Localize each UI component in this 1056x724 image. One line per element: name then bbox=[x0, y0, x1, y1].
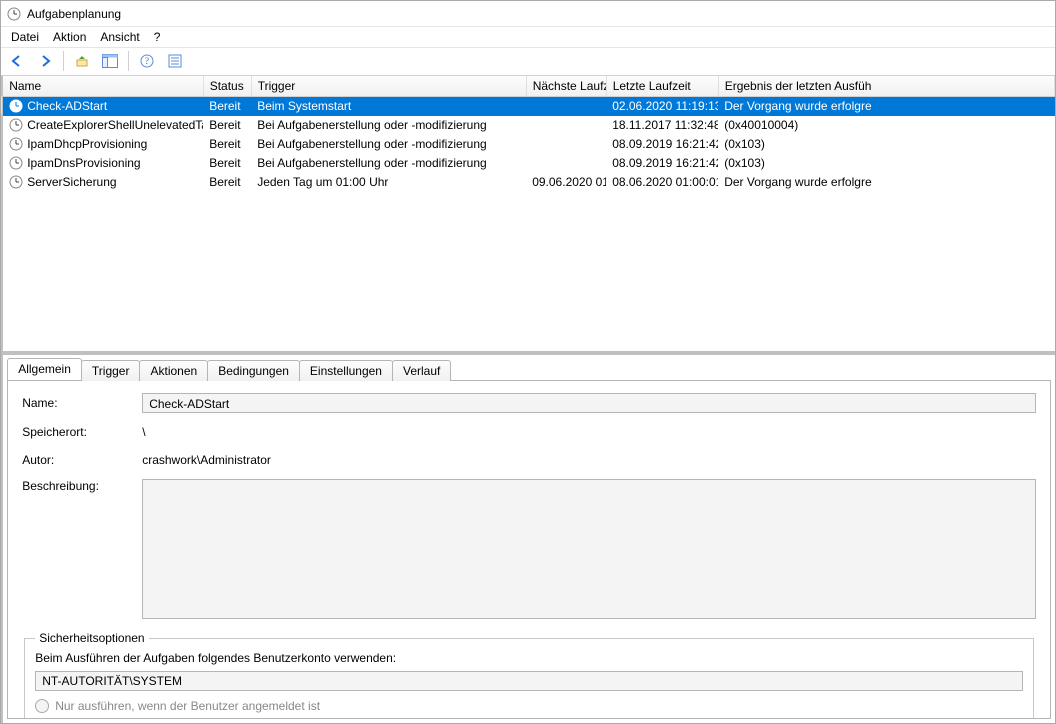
cell-last_result: (0x103) bbox=[718, 135, 1054, 154]
field-author: crashwork\Administrator bbox=[142, 451, 1036, 469]
task-icon bbox=[9, 175, 23, 189]
help-button[interactable]: ? bbox=[135, 49, 159, 73]
security-options: Sicherheitsoptionen Beim Ausführen der A… bbox=[24, 631, 1034, 719]
cell-status: Bereit bbox=[203, 116, 251, 135]
cell-last_run: 08.06.2020 01:00:01 bbox=[606, 173, 718, 192]
task-icon bbox=[9, 137, 23, 151]
task-name: Check-ADStart bbox=[27, 99, 107, 113]
table-row[interactable]: Check-ADStart BereitBeim Systemstart 02.06… bbox=[3, 97, 1054, 116]
cell-status: Bereit bbox=[203, 97, 251, 116]
radio-icon[interactable] bbox=[35, 699, 49, 713]
tab-settings[interactable]: Einstellungen bbox=[299, 360, 393, 381]
cell-last_run: 08.09.2019 16:21:42 bbox=[606, 154, 718, 173]
detail-tabs: Allgemein Trigger Aktionen Bedingungen E… bbox=[3, 358, 1055, 380]
forward-button[interactable] bbox=[33, 49, 57, 73]
details-pane: Allgemein Trigger Aktionen Bedingungen E… bbox=[3, 355, 1055, 723]
col-next-run[interactable]: Nächste Laufzeit bbox=[526, 76, 606, 97]
menubar: Datei Aktion Ansicht ? bbox=[1, 27, 1055, 47]
cell-next_run bbox=[526, 116, 606, 135]
col-last-run[interactable]: Letzte Laufzeit bbox=[606, 76, 718, 97]
field-description[interactable] bbox=[142, 479, 1036, 619]
toolbar-separator bbox=[63, 51, 64, 71]
menu-help[interactable]: ? bbox=[154, 30, 161, 44]
menu-file[interactable]: Datei bbox=[11, 30, 39, 44]
col-status[interactable]: Status bbox=[203, 76, 251, 97]
task-name: CreateExplorerShellUnelevatedTask bbox=[27, 118, 203, 132]
label-location: Speicherort: bbox=[22, 425, 142, 439]
field-location: \ bbox=[142, 423, 1036, 441]
tab-triggers[interactable]: Trigger bbox=[81, 360, 141, 381]
menu-action[interactable]: Aktion bbox=[53, 30, 86, 44]
radio-run-logged-on-label: Nur ausführen, wenn der Benutzer angemel… bbox=[55, 699, 320, 713]
table-row[interactable]: IpamDhcpProvisioning BereitBei Aufgabener… bbox=[3, 135, 1054, 154]
show-hide-console-tree-button[interactable] bbox=[98, 49, 122, 73]
tab-history[interactable]: Verlauf bbox=[392, 360, 451, 381]
table-row[interactable]: CreateExplorerShellUnelevatedTaskBereitB… bbox=[3, 116, 1054, 135]
label-author: Autor: bbox=[22, 453, 142, 467]
titlebar: Aufgabenplanung bbox=[1, 1, 1055, 27]
cell-last_run: 08.09.2019 16:21:42 bbox=[606, 135, 718, 154]
window-title: Aufgabenplanung bbox=[27, 7, 121, 21]
label-description: Beschreibung: bbox=[22, 479, 142, 493]
cell-status: Bereit bbox=[203, 173, 251, 192]
tab-conditions[interactable]: Bedingungen bbox=[207, 360, 300, 381]
task-scheduler-icon bbox=[7, 7, 21, 21]
cell-status: Bereit bbox=[203, 154, 251, 173]
back-button[interactable] bbox=[5, 49, 29, 73]
toolbar: ? bbox=[1, 48, 1055, 76]
cell-status: Bereit bbox=[203, 135, 251, 154]
tab-general[interactable]: Allgemein bbox=[7, 358, 82, 380]
cell-trigger: Beim Systemstart bbox=[251, 97, 526, 116]
label-name: Name: bbox=[22, 396, 142, 410]
security-account-label: Beim Ausführen der Aufgaben folgendes Be… bbox=[35, 651, 1023, 665]
col-last-result[interactable]: Ergebnis der letzten Ausfüh bbox=[718, 76, 1054, 97]
cell-next_run bbox=[526, 135, 606, 154]
cell-next_run bbox=[526, 154, 606, 173]
cell-name: ServerSicherung bbox=[3, 173, 203, 192]
task-name: ServerSicherung bbox=[27, 175, 116, 189]
cell-last_run: 02.06.2020 11:19:13 bbox=[606, 97, 718, 116]
field-name[interactable]: Check-ADStart bbox=[142, 393, 1036, 413]
properties-button[interactable] bbox=[163, 49, 187, 73]
security-account-field[interactable]: NT-AUTORITÄT\SYSTEM bbox=[35, 671, 1023, 691]
cell-next_run bbox=[526, 97, 606, 116]
cell-last_run: 18.11.2017 11:32:48 bbox=[606, 116, 718, 135]
task-icon bbox=[9, 118, 23, 132]
table-row[interactable]: IpamDnsProvisioning BereitBei Aufgabeners… bbox=[3, 154, 1054, 173]
task-icon bbox=[9, 99, 23, 113]
tab-actions[interactable]: Aktionen bbox=[139, 360, 208, 381]
col-trigger[interactable]: Trigger bbox=[251, 76, 526, 97]
cell-last_result: Der Vorgang wurde erfolgre bbox=[718, 97, 1054, 116]
task-list-pane[interactable]: Name Status Trigger Nächste Laufzeit Let… bbox=[3, 76, 1055, 355]
cell-trigger: Bei Aufgabenerstellung oder -modifizieru… bbox=[251, 116, 526, 135]
cell-name: Check-ADStart bbox=[3, 97, 203, 116]
cell-name: CreateExplorerShellUnelevatedTask bbox=[3, 116, 203, 135]
cell-trigger: Bei Aufgabenerstellung oder -modifizieru… bbox=[251, 135, 526, 154]
task-name: IpamDnsProvisioning bbox=[27, 156, 140, 170]
svg-text:?: ? bbox=[145, 56, 149, 66]
toolbar-separator bbox=[128, 51, 129, 71]
cell-name: IpamDnsProvisioning bbox=[3, 154, 203, 173]
menu-view[interactable]: Ansicht bbox=[100, 30, 139, 44]
cell-trigger: Jeden Tag um 01:00 Uhr bbox=[251, 173, 526, 192]
task-icon bbox=[9, 156, 23, 170]
cell-last_result: Der Vorgang wurde erfolgre bbox=[718, 173, 1054, 192]
cell-next_run: 09.06.2020 01:00:00 bbox=[526, 173, 606, 192]
cell-name: IpamDhcpProvisioning bbox=[3, 135, 203, 154]
security-options-legend: Sicherheitsoptionen bbox=[35, 631, 148, 645]
tab-body-general: Name: Check-ADStart Speicherort: \ Autor… bbox=[7, 380, 1051, 719]
cell-last_result: (0x40010004) bbox=[718, 116, 1054, 135]
cell-last_result: (0x103) bbox=[718, 154, 1054, 173]
col-name[interactable]: Name bbox=[3, 76, 203, 97]
cell-trigger: Bei Aufgabenerstellung oder -modifizieru… bbox=[251, 154, 526, 173]
table-row[interactable]: ServerSicherung BereitJeden Tag um 01:00 … bbox=[3, 173, 1054, 192]
task-name: IpamDhcpProvisioning bbox=[27, 137, 147, 151]
up-button[interactable] bbox=[70, 49, 94, 73]
